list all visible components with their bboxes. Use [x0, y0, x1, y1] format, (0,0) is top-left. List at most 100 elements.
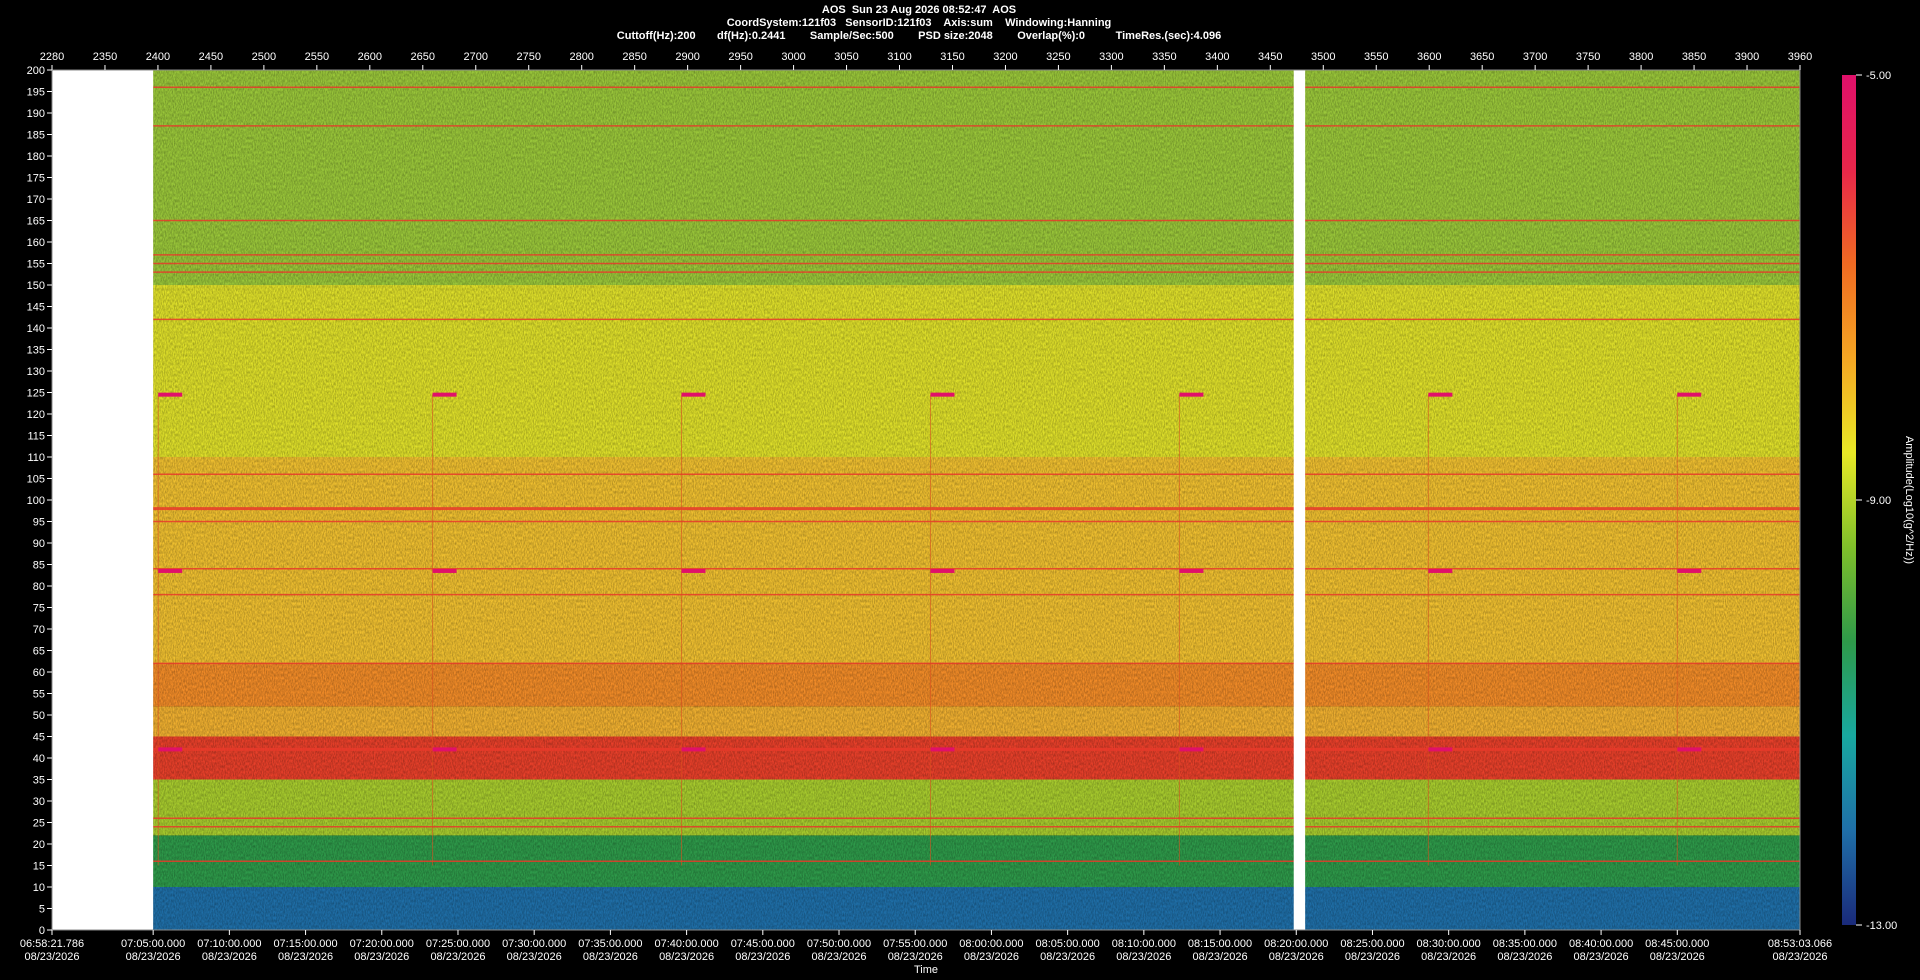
x-tick-time: 07:50:00.000: [807, 938, 871, 950]
top-tick-label: 2900: [675, 51, 699, 63]
x-tick-time: 07:55:00.000: [883, 938, 947, 950]
x-tick-date: 08/23/2026: [1574, 951, 1629, 963]
y-tick-label: 115: [27, 431, 45, 443]
y-tick-label: 40: [33, 753, 45, 765]
event-marker-3-42hz: [930, 747, 955, 752]
x-tick-time: 08:53:03.066: [1768, 938, 1832, 950]
x-tick-time: 08:15:00.000: [1188, 938, 1252, 950]
y-tick-label: 155: [27, 259, 45, 271]
event-marker-2-124.5hz: [681, 392, 706, 397]
top-tick-label: 3050: [834, 51, 858, 63]
x-tick-date: 08/23/2026: [202, 951, 257, 963]
event-marker-4-83.5hz: [1179, 568, 1204, 573]
y-tick-label: 25: [33, 818, 45, 830]
y-tick-label: 45: [33, 732, 45, 744]
y-tick-label: 60: [33, 667, 45, 679]
x-tick-date: 08/23/2026: [888, 951, 943, 963]
y-tick-label: 150: [27, 280, 45, 292]
x-tick-time: 08:45:00.000: [1645, 938, 1709, 950]
event-marker-3-124.5hz: [930, 392, 955, 397]
event-marker-1-83.5hz: [432, 568, 457, 573]
event-marker-6-83.5hz: [1677, 568, 1702, 573]
x-tick-time: 07:45:00.000: [731, 938, 795, 950]
top-tick-label: 3250: [1046, 51, 1070, 63]
top-tick-label: 3650: [1470, 51, 1494, 63]
top-tick-label: 3500: [1311, 51, 1335, 63]
top-tick-label: 2450: [199, 51, 223, 63]
top-tick-label: 2850: [622, 51, 646, 63]
event-marker-3-83.5hz: [930, 568, 955, 573]
x-tick-time: 07:35:00.000: [578, 938, 642, 950]
y-tick-label: 170: [27, 194, 45, 206]
top-tick-label: 2600: [358, 51, 382, 63]
y-tick-label: 15: [33, 861, 45, 873]
event-marker-0-124.5hz: [158, 392, 183, 397]
x-tick-date: 08/23/2026: [24, 951, 79, 963]
y-tick-label: 50: [33, 710, 45, 722]
event-marker-5-83.5hz: [1428, 568, 1453, 573]
y-tick-label: 185: [27, 130, 45, 142]
y-tick-label: 160: [27, 237, 45, 249]
y-tick-label: 100: [27, 495, 45, 507]
event-marker-2-42hz: [681, 747, 706, 752]
top-tick-label: 3300: [1099, 51, 1123, 63]
y-tick-label: 145: [27, 302, 45, 314]
y-tick-label: 110: [27, 452, 45, 464]
event-marker-0-42hz: [158, 747, 183, 752]
x-tick-time: 07:10:00.000: [197, 938, 261, 950]
y-tick-label: 20: [33, 839, 45, 851]
x-tick-time: 07:15:00.000: [273, 938, 337, 950]
x-tick-time: 07:40:00.000: [654, 938, 718, 950]
event-marker-4-42hz: [1179, 747, 1204, 752]
event-marker-5-124.5hz: [1428, 392, 1453, 397]
y-tick-label: 65: [33, 646, 45, 658]
y-tick-label: 125: [27, 388, 45, 400]
x-tick-time: 08:40:00.000: [1569, 938, 1633, 950]
y-tick-label: 190: [27, 108, 45, 120]
x-tick-date: 08/23/2026: [583, 951, 638, 963]
spectrogram-chart: 2280 2350 2400 2450 2500 2550 2600 2650 2700 2750…: [20, 51, 1915, 976]
top-tick-label: 2280: [40, 51, 64, 63]
top-tick-label: 3100: [887, 51, 911, 63]
top-tick-label: 3550: [1364, 51, 1388, 63]
x-tick-date: 08/23/2026: [430, 951, 485, 963]
top-tick-label: 3200: [993, 51, 1017, 63]
colorbar: -5.00 -9.00 -13.00 Amplitude(Log10(g^2/Hz)): [1842, 70, 1915, 932]
y-tick-label: 80: [33, 581, 45, 593]
x-tick-date: 08/23/2026: [659, 951, 714, 963]
x-tick-date: 08/23/2026: [1345, 951, 1400, 963]
x-tick-time: 08:00:00.000: [959, 938, 1023, 950]
x-tick-date: 08/23/2026: [1269, 951, 1324, 963]
x-tick-time: 08:10:00.000: [1112, 938, 1176, 950]
event-marker-0-83.5hz: [158, 568, 183, 573]
event-marker-1-124.5hz: [432, 392, 457, 397]
event-marker-6-42hz: [1677, 747, 1702, 752]
heatmap-plot: [52, 70, 1800, 930]
top-tick-label: 2650: [411, 51, 435, 63]
event-marker-2-83.5hz: [681, 568, 706, 573]
x-tick-time: 08:35:00.000: [1493, 938, 1557, 950]
x-axis-label: Time: [914, 964, 938, 976]
x-tick-time: 08:30:00.000: [1417, 938, 1481, 950]
top-tick-label: 3700: [1523, 51, 1547, 63]
y-tick-label: 120: [27, 409, 45, 421]
y-tick-label: 180: [27, 151, 45, 163]
y-tick-label: 140: [27, 323, 45, 335]
top-tick-label: 2500: [252, 51, 276, 63]
x-tick-time: 07:25:00.000: [426, 938, 490, 950]
top-tick-label: 3800: [1629, 51, 1653, 63]
x-tick-date: 08/23/2026: [1497, 951, 1552, 963]
top-tick-label: 2950: [728, 51, 752, 63]
colorbar-title: Amplitude(Log10(g^2/Hz)): [1903, 436, 1915, 564]
x-tick-time: 08:25:00.000: [1340, 938, 1404, 950]
top-tick-label: 3000: [781, 51, 805, 63]
top-tick-label: 2800: [569, 51, 593, 63]
y-tick-label: 90: [33, 538, 45, 550]
x-tick-date: 08/23/2026: [1040, 951, 1095, 963]
y-tick-label: 70: [33, 624, 45, 636]
colorbar-gradient: [1842, 75, 1856, 925]
top-tick-label: 3960: [1788, 51, 1812, 63]
x-tick-date: 08/23/2026: [354, 951, 409, 963]
x-tick-time: 08:20:00.000: [1264, 938, 1328, 950]
y-tick-label: 55: [33, 689, 45, 701]
